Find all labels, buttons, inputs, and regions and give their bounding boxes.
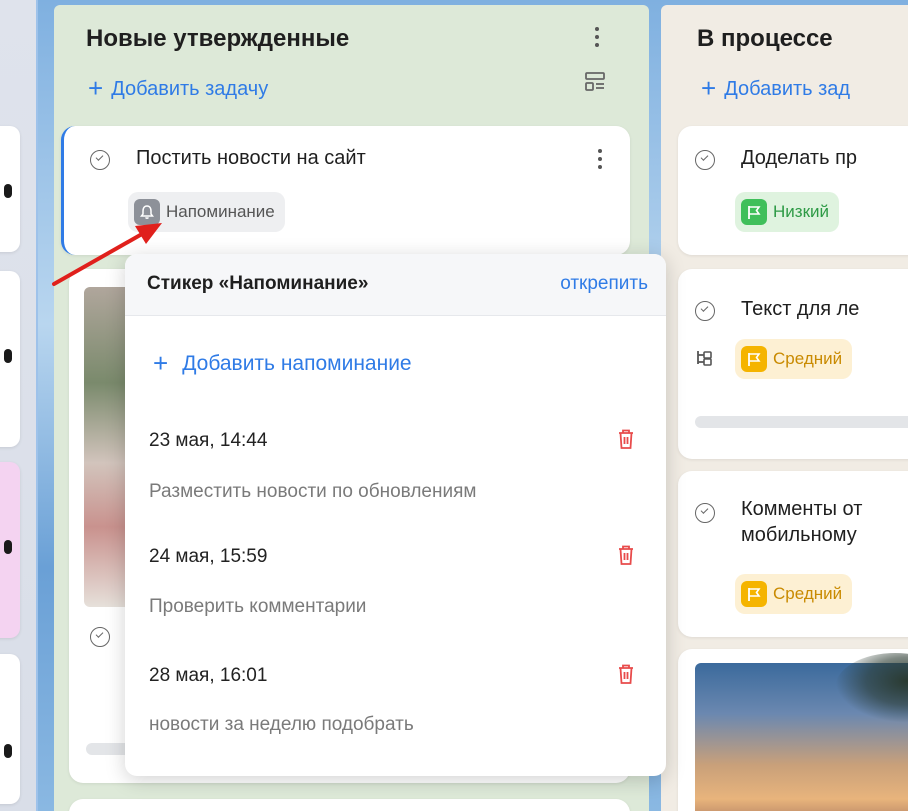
check-circle-icon[interactable] bbox=[695, 150, 715, 170]
add-reminder-button[interactable]: + Добавить напоминание bbox=[153, 346, 412, 378]
bell-icon bbox=[134, 199, 160, 225]
add-task-button[interactable]: + Добавить задачу bbox=[88, 71, 269, 103]
check-circle-icon[interactable] bbox=[695, 301, 715, 321]
reminder-date: 28 мая, 16:01 bbox=[149, 665, 268, 686]
trash-icon[interactable] bbox=[617, 428, 635, 450]
reminder-date: 23 мая, 14:44 bbox=[149, 430, 268, 451]
priority-sticker[interactable]: Средний bbox=[735, 574, 853, 614]
trash-icon[interactable] bbox=[617, 663, 635, 685]
task-card[interactable] bbox=[69, 799, 630, 811]
flag-icon bbox=[741, 199, 767, 225]
task-card[interactable]: Постить новости на сайт Напоминание bbox=[61, 126, 630, 255]
task-title: Доделать пр bbox=[741, 147, 858, 169]
left-card-marker bbox=[4, 184, 12, 198]
column-menu-icon[interactable] bbox=[594, 27, 600, 47]
check-circle-icon[interactable] bbox=[90, 627, 110, 647]
column-title: Новые утвержденные bbox=[86, 25, 350, 52]
priority-sticker[interactable]: Средний bbox=[735, 339, 853, 379]
palm-silhouette bbox=[835, 653, 908, 723]
card-template-icon[interactable] bbox=[584, 71, 606, 93]
previous-column-strip bbox=[0, 0, 38, 811]
trash-icon[interactable] bbox=[617, 544, 635, 566]
task-title-line2: мобильному bbox=[741, 524, 857, 546]
left-card-marker bbox=[4, 349, 12, 363]
reminder-sticker-popup: Стикер «Напоминание» открепить + Добавить… bbox=[125, 254, 666, 776]
priority-sticker[interactable]: Низкий bbox=[735, 192, 839, 232]
column-title: В процессе bbox=[697, 25, 833, 52]
left-card[interactable] bbox=[0, 654, 20, 804]
card-cover-image bbox=[695, 653, 908, 811]
flag-icon bbox=[741, 581, 767, 607]
add-task-label: Добавить зад bbox=[724, 78, 851, 100]
popup-title: Стикер «Напоминание» bbox=[147, 273, 369, 294]
card-menu-icon[interactable] bbox=[597, 149, 603, 169]
sticker-label: Напоминание bbox=[166, 202, 275, 221]
unpin-link[interactable]: открепить bbox=[560, 273, 648, 295]
progress-bar bbox=[695, 416, 908, 428]
left-card[interactable] bbox=[0, 462, 20, 638]
reminder-text: новости за неделю подобрать bbox=[149, 714, 414, 735]
task-card[interactable] bbox=[678, 649, 908, 811]
task-card[interactable]: Доделать пр Низкий bbox=[678, 126, 908, 255]
left-card-marker bbox=[4, 744, 12, 758]
plus-icon: + bbox=[153, 348, 169, 378]
task-card[interactable]: Комменты от мобильному Средний bbox=[678, 471, 908, 637]
subtasks-icon[interactable] bbox=[695, 349, 713, 367]
check-circle-icon[interactable] bbox=[695, 503, 715, 523]
add-task-button[interactable]: + Добавить зад bbox=[701, 71, 851, 103]
priority-label: Низкий bbox=[773, 202, 829, 221]
flag-icon bbox=[741, 346, 767, 372]
reminder-text: Разместить новости по обновлениям bbox=[149, 481, 477, 502]
task-title: Текст для ле bbox=[741, 298, 860, 320]
reminder-date: 24 мая, 15:59 bbox=[149, 546, 268, 567]
reminder-sticker[interactable]: Напоминание bbox=[128, 192, 285, 232]
column-in-progress: В процессе + Добавить зад Доделать пр Низ… bbox=[661, 5, 908, 811]
task-card[interactable]: Текст для ле Средний bbox=[678, 269, 908, 459]
check-circle-icon[interactable] bbox=[90, 150, 110, 170]
task-title: Постить новости на сайт bbox=[136, 147, 366, 169]
add-reminder-label: Добавить напоминание bbox=[182, 352, 412, 375]
popup-header: Стикер «Напоминание» открепить bbox=[125, 254, 666, 316]
plus-icon: + bbox=[701, 73, 717, 103]
priority-label: Средний bbox=[773, 349, 843, 368]
left-card[interactable] bbox=[0, 271, 20, 447]
left-card-marker bbox=[4, 540, 12, 554]
task-title: Комменты от bbox=[741, 498, 863, 520]
priority-label: Средний bbox=[773, 584, 843, 603]
add-task-label: Добавить задачу bbox=[111, 78, 269, 100]
reminder-text: Проверить комментарии bbox=[149, 596, 367, 617]
plus-icon: + bbox=[88, 73, 104, 103]
left-card[interactable] bbox=[0, 126, 20, 252]
